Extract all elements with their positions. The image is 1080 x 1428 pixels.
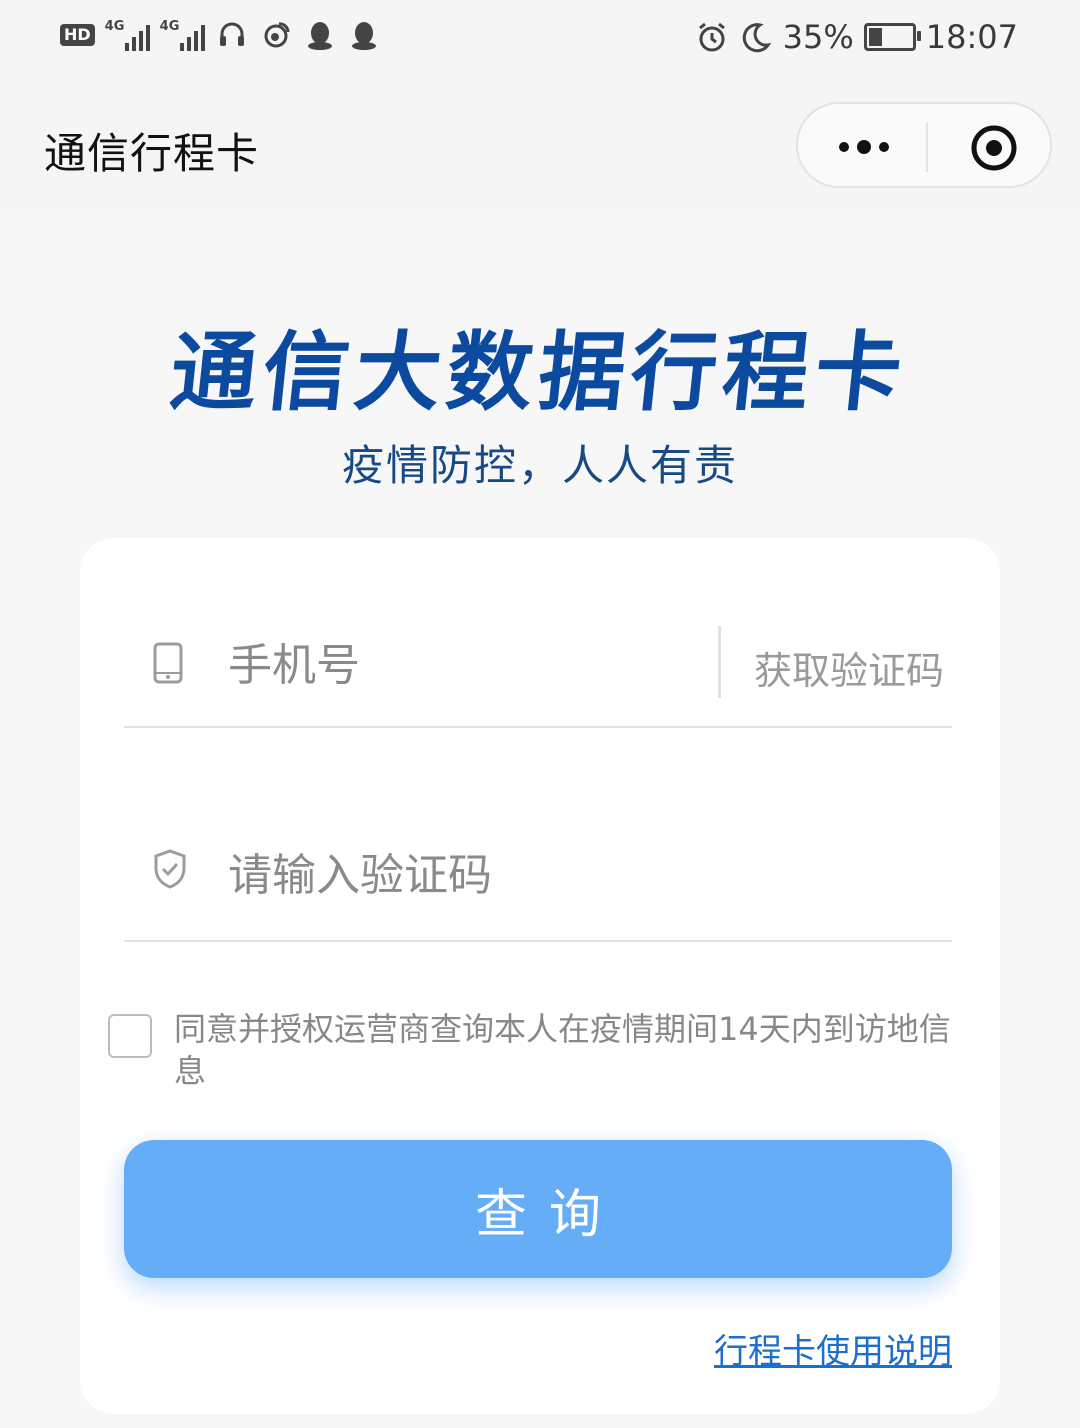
navigation-bar: 通信行程卡: [0, 84, 1080, 210]
slogan: 疫情防控，人人有责: [341, 441, 738, 490]
status-left-icons: HD 4G 4G: [60, 18, 381, 52]
battery-percent: 35%: [782, 18, 854, 56]
shield-check-icon: [152, 848, 186, 890]
miniprogram-capsule: [796, 102, 1052, 188]
phone-input[interactable]: [228, 630, 698, 700]
phone-row: 获取验证码: [124, 598, 952, 728]
phone-icon: [152, 642, 184, 684]
get-code-button[interactable]: 获取验证码: [754, 640, 944, 695]
agreement-checkbox[interactable]: [108, 1014, 152, 1058]
network-type-label: 4G: [159, 19, 180, 34]
nav-title: 通信行程卡: [44, 129, 260, 178]
code-row: [124, 808, 952, 942]
code-input[interactable]: [228, 840, 698, 910]
alarm-icon: [695, 20, 729, 54]
page-content: 通信大数据行程卡 疫情防控，人人有责 获取验证码 同意并授权运营商查询本人在疫情…: [0, 210, 1080, 1428]
capsule-divider: [926, 122, 928, 172]
weibo-icon: [259, 18, 293, 52]
battery-icon: [863, 23, 921, 51]
status-right: 35% 18:07: [695, 18, 1018, 56]
moon-icon: [739, 20, 773, 54]
status-bar: HD 4G 4G 35% 18:07: [0, 0, 1080, 84]
headset-icon: [215, 18, 249, 52]
agreement-text: 同意并授权运营商查询本人在疫情期间14天内到访地信息: [174, 1010, 951, 1090]
qq-icon: [347, 18, 381, 52]
query-button[interactable]: 查询: [124, 1140, 952, 1278]
signal-4g-icon: 4G: [105, 19, 150, 51]
network-type-label: 4G: [104, 19, 125, 34]
qq-icon: [303, 18, 337, 52]
help-link[interactable]: 行程卡使用说明: [714, 1324, 952, 1373]
clock-time: 18:07: [925, 18, 1018, 56]
signal-4g-icon: 4G: [160, 19, 205, 51]
close-target-icon[interactable]: [970, 124, 1018, 172]
main-title: 通信大数据行程卡: [165, 323, 913, 423]
login-card: 获取验证码 同意并授权运营商查询本人在疫情期间14天内到访地信息 查询 行程卡使…: [80, 538, 1000, 1414]
more-dots-icon[interactable]: [832, 132, 896, 162]
hd-icon: HD: [60, 24, 95, 46]
field-divider: [718, 626, 721, 698]
